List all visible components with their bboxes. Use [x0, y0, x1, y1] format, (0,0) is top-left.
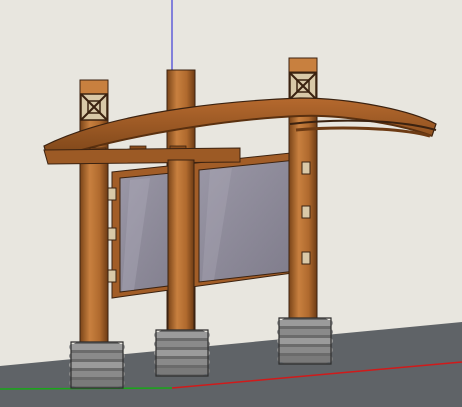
left-stone-base	[68, 341, 126, 389]
right-stone-base	[276, 317, 334, 365]
center-stone-base	[153, 329, 211, 377]
modeling-viewport[interactable]	[0, 0, 462, 407]
display-board	[111, 151, 301, 299]
left-post-lattice	[80, 93, 108, 121]
scene-canvas[interactable]	[0, 0, 462, 407]
right-post-lattice	[289, 72, 317, 100]
